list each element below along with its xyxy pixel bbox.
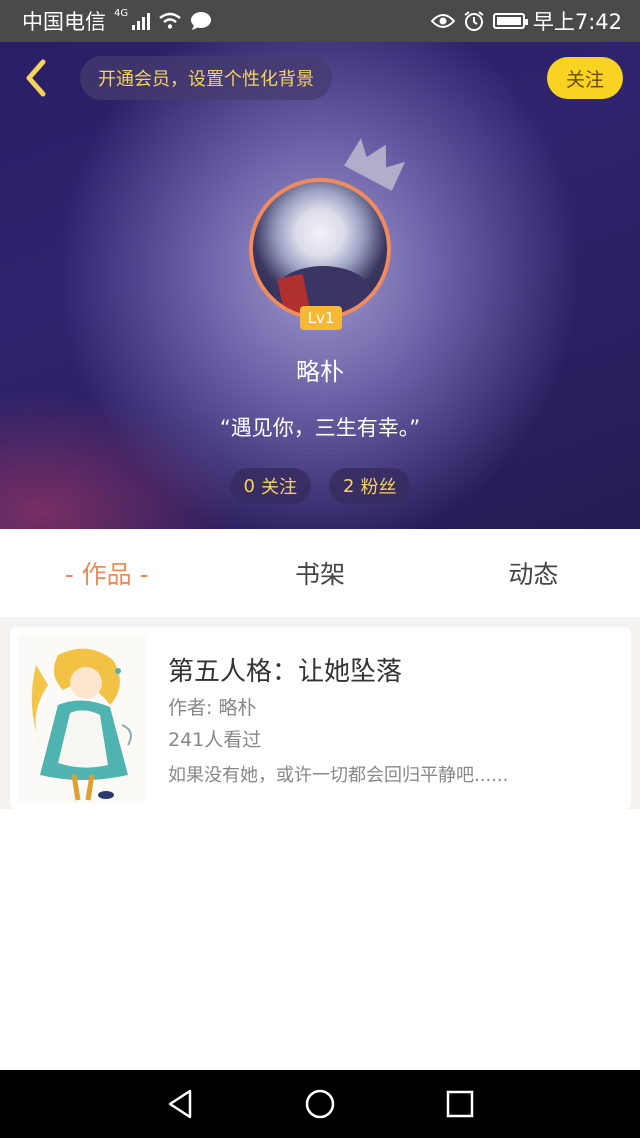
status-bar-right: 早上7:42 [430, 6, 622, 36]
battery-icon [492, 13, 528, 29]
profile-header: 开通会员，设置个性化背景 关注 Lv1 略朴 “遇见你，三生有幸。” 0 关注 … [0, 42, 640, 529]
nav-recents-button[interactable] [440, 1084, 480, 1124]
user-signature: “遇见你，三生有幸。” [219, 416, 421, 440]
book-title: 第五人格：让她坠落 [168, 657, 403, 687]
level-badge: Lv1 [300, 306, 342, 330]
alarm-icon [464, 11, 484, 31]
circle-home-icon [305, 1089, 335, 1119]
book-description: 如果没有她，或许一切都会回归平静吧...... [168, 765, 509, 786]
square-recents-icon [446, 1090, 474, 1118]
book-author: 作者: 略朴 [168, 697, 257, 719]
following-count: 0 [243, 475, 255, 497]
clock-label: 早上7:42 [532, 10, 622, 34]
avatar[interactable] [249, 178, 391, 320]
tab-bookshelf[interactable]: 书架 [213, 555, 426, 591]
tab-activity[interactable]: 动态 [427, 555, 640, 591]
network-type-label: 4G [114, 7, 129, 19]
username: 略朴 [296, 358, 344, 386]
vip-background-button[interactable]: 开通会员，设置个性化背景 [80, 56, 332, 100]
carrier-label: 中国电信 [22, 10, 106, 34]
list-item[interactable]: 第五人格：让她坠落 作者: 略朴 241人看过 如果没有她，或许一切都会回归平静… [10, 627, 631, 809]
system-nav-bar [0, 1070, 640, 1138]
followers-count: 2 [343, 475, 355, 497]
followers-count-button[interactable]: 2 粉丝 [329, 468, 411, 504]
signal-icon [132, 12, 151, 30]
status-bar-left: 中国电信 4G [22, 6, 212, 36]
eye-icon [430, 14, 455, 28]
following-count-button[interactable]: 0 关注 [229, 468, 311, 504]
following-label: 关注 [261, 477, 297, 498]
nav-home-button[interactable] [300, 1084, 340, 1124]
follow-button[interactable]: 关注 [547, 57, 623, 99]
tab-works[interactable]: - 作品 - [0, 555, 213, 591]
triangle-back-icon [168, 1089, 192, 1119]
wifi-icon [159, 12, 181, 29]
chevron-left-icon [26, 59, 46, 97]
status-bar: 中国电信 4G 早上7:42 [0, 0, 640, 42]
followers-label: 粉丝 [360, 477, 397, 498]
nav-back-button[interactable] [160, 1084, 200, 1124]
message-icon [191, 12, 212, 30]
stats-row: 0 关注 2 粉丝 [0, 468, 640, 504]
back-button[interactable] [14, 56, 58, 100]
book-cover-image [18, 635, 146, 803]
profile-tabs: - 作品 - 书架 动态 [0, 529, 640, 617]
book-view-count: 241人看过 [168, 729, 262, 751]
